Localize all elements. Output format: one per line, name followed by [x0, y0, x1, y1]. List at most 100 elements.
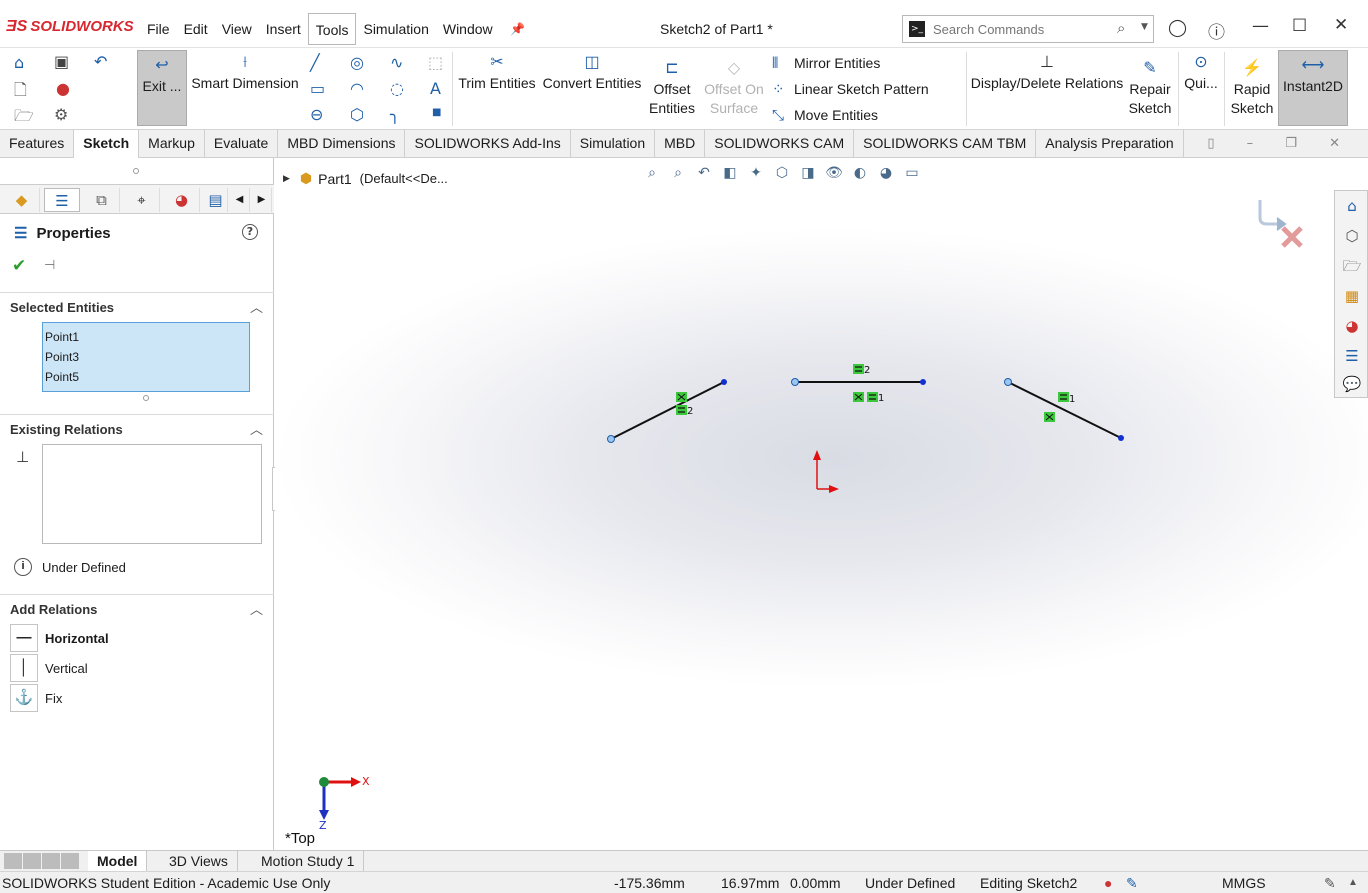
repair-sketch-button[interactable]: ✎ Repair Sketch [1126, 60, 1174, 118]
display-delete-relations-button[interactable]: ⊥ Display/Delete Relations [970, 54, 1124, 93]
menu-file[interactable]: File [140, 13, 177, 45]
trim-entities-button[interactable]: ✂ Trim Entities [456, 54, 538, 93]
fillet-icon[interactable]: ╮ [390, 105, 400, 124]
cam-tab-icon[interactable]: ▤ [204, 188, 228, 212]
equal-relation-glyph[interactable] [867, 392, 878, 402]
scroll-left-icon[interactable]: ◀ [230, 188, 250, 212]
user-account-icon[interactable]: ◯ [1168, 18, 1187, 38]
tab-mbd[interactable]: MBD [655, 130, 706, 158]
forum-icon[interactable]: 💬 [1341, 373, 1363, 395]
equal-relation-glyph[interactable] [1058, 392, 1069, 402]
slot-icon[interactable]: ⊖ [310, 105, 323, 124]
tab-solidworks-cam[interactable]: SOLIDWORKS CAM [705, 130, 855, 158]
custom-properties-icon[interactable]: ☰ [1341, 345, 1363, 367]
rapid-sketch-button[interactable]: ⚡ Rapid Sketch [1228, 60, 1276, 118]
tab-markup[interactable]: Markup [139, 130, 205, 158]
tab-mbd-dimensions[interactable]: MBD Dimensions [278, 130, 406, 158]
tab-solidworks-cam-tbm[interactable]: SOLIDWORKS CAM TBM [854, 130, 1037, 158]
text-icon[interactable]: A [430, 79, 441, 98]
tab-scroll-buttons[interactable] [4, 853, 79, 869]
selected-entities-list[interactable]: Point1 Point3 Point5 [42, 322, 250, 392]
pin-menu-icon[interactable]: 📌 [510, 22, 525, 36]
list-resize-grip[interactable] [143, 395, 149, 401]
menu-view[interactable]: View [215, 13, 259, 45]
menu-edit[interactable]: Edit [177, 13, 215, 45]
unit-system[interactable]: MMGS [1222, 875, 1266, 891]
search-icon[interactable]: ⌕ [1117, 19, 1125, 37]
appearances-icon[interactable]: ◕ [1341, 315, 1363, 337]
first-tab-icon[interactable] [4, 853, 22, 869]
move-entities-button[interactable]: ⤡ Move Entities [772, 105, 878, 125]
sketch-origin-icon[interactable] [813, 450, 839, 493]
tab-solidworks-add-ins[interactable]: SOLIDWORKS Add-Ins [405, 130, 571, 158]
menu-window[interactable]: Window [436, 13, 500, 45]
instant3d-icon[interactable]: ✎ [1126, 875, 1138, 892]
point-icon[interactable]: ■ [432, 107, 441, 118]
pushpin-icon[interactable]: ⊣ [44, 258, 55, 273]
add-relation-horizontal[interactable]: — Horizontal [10, 624, 109, 652]
file-explorer-icon[interactable]: 🗁 [1341, 255, 1363, 277]
tab-3d-views[interactable]: 3D Views [160, 851, 238, 872]
tab-analysis-preparation[interactable]: Analysis Preparation [1036, 130, 1184, 158]
maximize-icon[interactable]: ☐ [1292, 16, 1307, 36]
save-icon[interactable]: ▣ [54, 52, 69, 71]
view-palette-icon[interactable]: ▦ [1341, 285, 1363, 307]
add-relation-fix[interactable]: ⚓ Fix [10, 684, 62, 712]
rebuild-icon[interactable]: ● [56, 79, 70, 98]
rectangle-icon[interactable]: ▭ [310, 79, 325, 98]
tab-sketch[interactable]: Sketch [74, 130, 140, 158]
chevron-up-icon[interactable]: ︿ [250, 599, 263, 618]
sketch-point[interactable] [1118, 435, 1124, 441]
sketch-point[interactable] [721, 379, 727, 385]
ellipse-icon[interactable]: ◌ [390, 79, 404, 98]
rebuild-status-icon[interactable]: ● [1104, 875, 1112, 891]
search-commands-box[interactable]: >_ ⌕ ▼ [902, 15, 1154, 43]
instant2d-button[interactable]: ⟷ Instant2D [1278, 50, 1348, 126]
equal-relation-glyph[interactable] [676, 405, 687, 415]
ok-checkmark-icon[interactable]: ✔ [12, 256, 26, 276]
tab-evaluate[interactable]: Evaluate [205, 130, 279, 158]
sketch-line-right[interactable] [1007, 381, 1122, 439]
sketch-point[interactable] [920, 379, 926, 385]
undo-icon[interactable]: ↶ [94, 52, 107, 71]
equal-relation-glyph[interactable] [853, 364, 864, 374]
list-item[interactable]: Point1 [43, 327, 249, 347]
customize-status-icon[interactable]: ✎ [1324, 875, 1336, 892]
tab-motion-study-1[interactable]: Motion Study 1 [252, 851, 365, 872]
smart-dimension-button[interactable]: ⟊ Smart Dimension [190, 54, 300, 93]
graphics-area[interactable]: ▶ ⬢ Part1 (Default<<De... ⌕ ⌕ ↶ ◧ ✦ ⬡ ◨ … [275, 158, 1368, 850]
corner-rectangle-icon[interactable]: ⬚ [428, 53, 443, 72]
previous-tab-icon[interactable] [23, 853, 41, 869]
list-item[interactable]: Point5 [43, 367, 249, 387]
offset-entities-button[interactable]: ⊏ Offset Entities [646, 60, 698, 118]
property-manager-tab-icon[interactable]: ☰ [44, 188, 80, 212]
add-relation-vertical[interactable]: │ Vertical [10, 654, 88, 682]
convert-entities-button[interactable]: ◫ Convert Entities [540, 54, 644, 93]
tab-features[interactable]: Features [0, 130, 75, 158]
spline-icon[interactable]: ∿ [390, 53, 403, 72]
sketch-canvas[interactable]: 2 2 1 1 X Z [275, 158, 1368, 850]
existing-relations-header[interactable]: Existing Relations ︿ [0, 414, 274, 440]
design-library-icon[interactable]: ⬡ [1341, 225, 1363, 247]
next-tab-icon[interactable] [42, 853, 60, 869]
tab-simulation[interactable]: Simulation [571, 130, 656, 158]
polygon-icon[interactable]: ⬡ [350, 105, 364, 124]
chevron-up-icon[interactable]: ▲ [1348, 877, 1358, 888]
menu-tools[interactable]: Tools [307, 13, 357, 45]
help-icon[interactable]: ? [242, 224, 258, 240]
close-icon[interactable]: ✕ [1334, 15, 1348, 35]
chevron-up-icon[interactable]: ︿ [250, 297, 263, 316]
help-icon[interactable]: ⓘ [1208, 18, 1225, 43]
sketch-point[interactable] [791, 378, 799, 386]
linear-sketch-pattern-button[interactable]: ⁘ Linear Sketch Pattern [772, 79, 929, 99]
quick-snaps-button[interactable]: ⊙ Qui... [1182, 54, 1220, 93]
last-tab-icon[interactable] [61, 853, 79, 869]
new-document-icon[interactable]: 🗋 [14, 79, 27, 106]
chevron-up-icon[interactable]: ︿ [250, 419, 263, 438]
options-gear-icon[interactable]: ⚙ [54, 105, 68, 124]
arc-icon[interactable]: ◠ [350, 79, 364, 98]
panel-grip[interactable] [133, 168, 139, 174]
list-item[interactable]: Point3 [43, 347, 249, 367]
menu-simulation[interactable]: Simulation [356, 13, 435, 45]
mirror-entities-button[interactable]: ⫴ Mirror Entities [772, 53, 880, 73]
